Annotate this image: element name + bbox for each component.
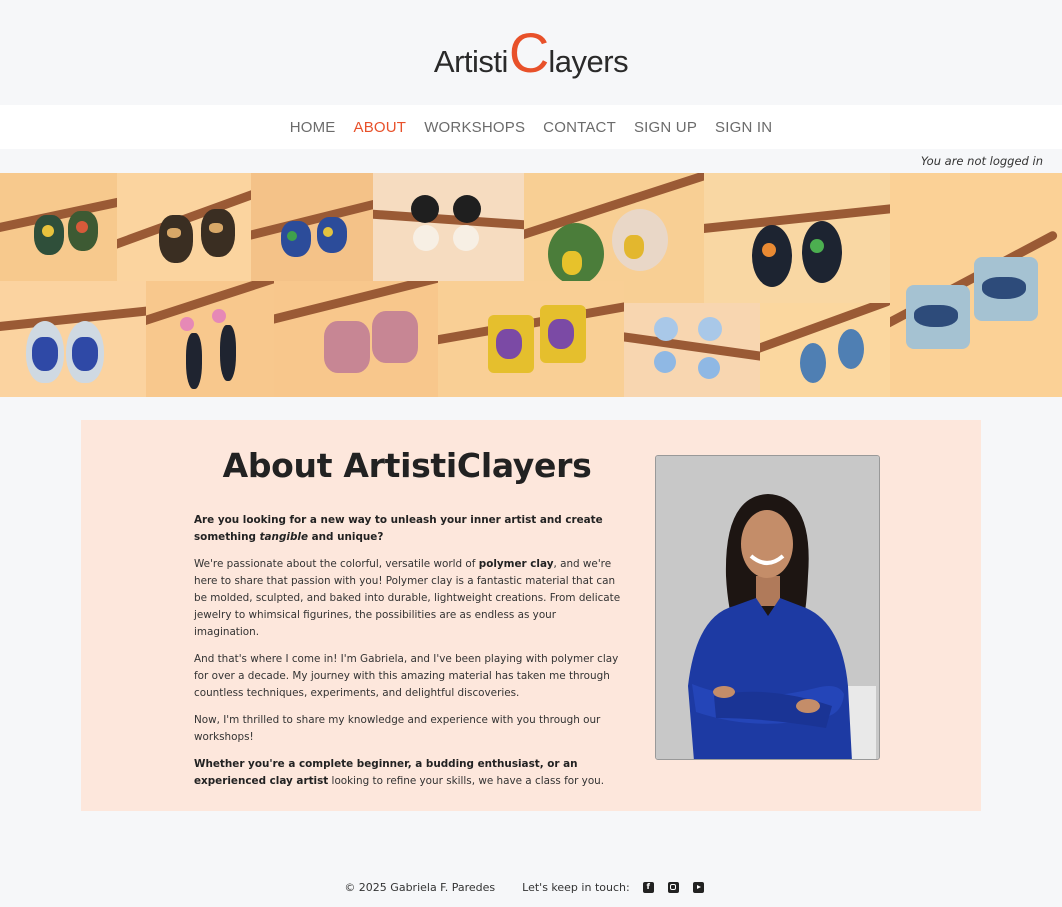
about-text: Are you looking for a new way to unleash… xyxy=(194,512,624,800)
nav-home[interactable]: HOME xyxy=(290,119,336,136)
earring-photo xyxy=(274,281,438,397)
login-status: You are not logged in xyxy=(920,154,1043,168)
keep-in-touch-label: Let's keep in touch: xyxy=(522,880,630,894)
earring-photo xyxy=(704,173,890,303)
copyright-text: © 2025 Gabriela F. Paredes xyxy=(344,880,496,894)
instagram-icon[interactable] xyxy=(667,881,679,893)
earring-photo xyxy=(117,173,251,281)
main-nav: HOME ABOUT WORKSHOPS CONTACT SIGN UP SIG… xyxy=(0,105,1062,149)
earring-photo xyxy=(0,281,146,397)
portrait-illustration xyxy=(656,456,879,759)
about-section: About ArtistiClayers Are you looking for… xyxy=(81,420,981,811)
site-logo[interactable]: Artisti C layers xyxy=(433,20,629,84)
nav-sign-in[interactable]: SIGN IN xyxy=(715,119,772,136)
facebook-icon[interactable]: f xyxy=(642,881,654,893)
youtube-icon[interactable] xyxy=(692,881,704,893)
earring-photo xyxy=(0,173,117,281)
nav-workshops[interactable]: WORKSHOPS xyxy=(424,119,525,136)
logo-text-start: Artisti xyxy=(433,43,509,79)
gabriela-portrait-photo xyxy=(655,455,880,760)
logo-text-end: layers xyxy=(548,43,629,79)
earring-photo xyxy=(373,173,524,281)
page-title: About ArtistiClayers xyxy=(222,446,592,485)
logo-big-c: C xyxy=(508,20,550,84)
logo-header: Artisti C layers xyxy=(0,0,1062,105)
polymer-paragraph: We're passionate about the colorful, ver… xyxy=(194,558,621,638)
earring-photo xyxy=(624,303,760,397)
intro-paragraph: Are you looking for a new way to unleash… xyxy=(194,514,603,543)
earring-photo xyxy=(251,173,373,281)
gabriela-paragraph: And that's where I come in! I'm Gabriela… xyxy=(194,653,619,699)
closing-paragraph: Whether you're a complete beginner, a bu… xyxy=(194,758,605,787)
earring-photo xyxy=(890,173,1062,397)
nav-about[interactable]: ABOUT xyxy=(354,119,407,136)
workshops-paragraph: Now, I'm thrilled to share my knowledge … xyxy=(194,714,601,743)
earring-photo xyxy=(146,281,274,397)
nav-contact[interactable]: CONTACT xyxy=(543,119,616,136)
site-footer: © 2025 Gabriela F. Paredes Let's keep in… xyxy=(0,877,1062,897)
nav-sign-up[interactable]: SIGN UP xyxy=(634,119,697,136)
earring-photo xyxy=(760,303,890,397)
earrings-banner-image xyxy=(0,173,1062,397)
earring-photo xyxy=(438,281,624,397)
